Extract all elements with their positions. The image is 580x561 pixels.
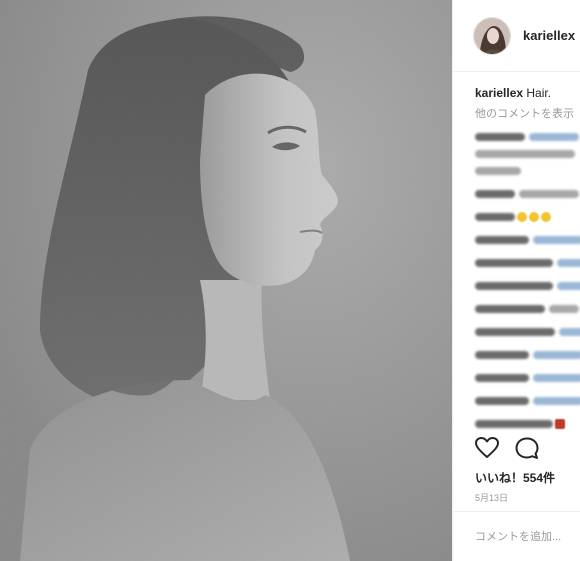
blurred-comment — [475, 348, 580, 362]
blurred-comment — [475, 394, 580, 408]
blurred-comment — [475, 233, 580, 247]
post-date: 5月13日 — [475, 493, 509, 503]
emoji-icon — [517, 212, 527, 223]
comments-section: kariellex Hair. 他のコメントを表示 — [453, 72, 580, 431]
blurred-comment — [475, 187, 580, 201]
instagram-post: kariellex kariellex Hair. 他のコメントを表示 いいね！… — [0, 0, 580, 561]
blurred-comment — [475, 417, 580, 431]
blurred-comment — [475, 279, 580, 293]
avatar[interactable] — [473, 16, 511, 55]
blurred-comment — [475, 130, 580, 144]
post-caption: kariellex Hair. — [475, 86, 580, 100]
blurred-comment — [475, 371, 580, 385]
post-actions — [475, 436, 539, 460]
blurred-comment — [475, 210, 580, 224]
divider — [453, 511, 580, 512]
load-more-comments-link[interactable]: 他のコメントを表示 — [475, 107, 580, 121]
blurred-comment — [475, 302, 580, 316]
post-header: kariellex — [453, 0, 580, 72]
add-comment-input[interactable]: コメントを追加... — [475, 528, 561, 544]
emoji-icon — [555, 419, 565, 430]
post-sidebar: kariellex kariellex Hair. 他のコメントを表示 いいね！… — [452, 0, 580, 561]
blurred-comment — [475, 164, 580, 178]
comment-icon[interactable] — [515, 436, 539, 460]
emoji-icon — [541, 212, 551, 223]
avatar-image — [474, 17, 510, 54]
heart-icon[interactable] — [475, 436, 499, 460]
emoji-icon — [529, 212, 539, 223]
caption-text: Hair. — [526, 86, 552, 100]
blurred-comment — [475, 325, 580, 339]
portrait-photo — [0, 0, 452, 561]
blurred-comment — [475, 147, 580, 161]
blurred-comment — [475, 256, 580, 270]
post-photo[interactable] — [0, 0, 452, 561]
caption-username[interactable]: kariellex — [475, 86, 523, 100]
header-username[interactable]: kariellex — [523, 28, 575, 43]
likes-count[interactable]: いいね！554件 — [475, 469, 555, 486]
